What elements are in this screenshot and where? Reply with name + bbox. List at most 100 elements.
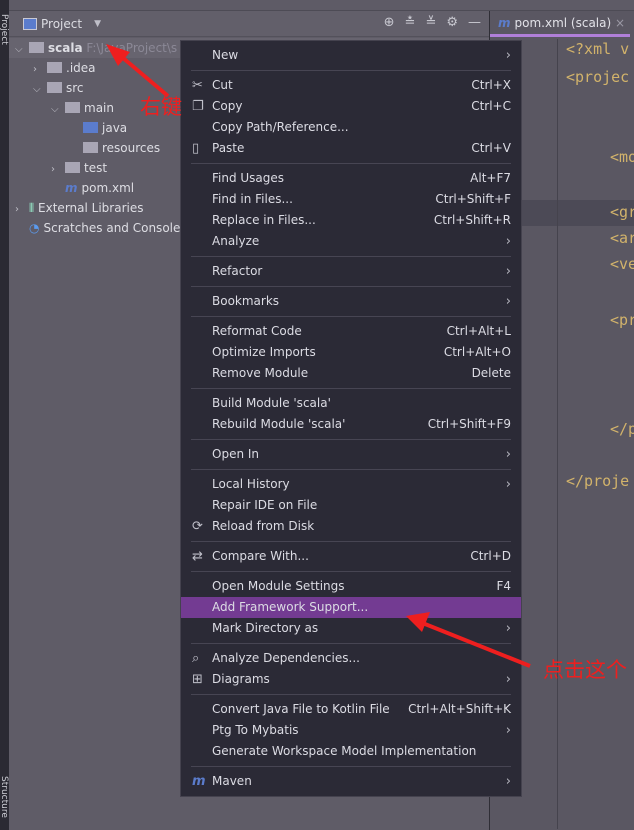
chevron-down-icon[interactable]: ▼	[94, 19, 101, 29]
menu-item-new[interactable]: New ›	[181, 45, 521, 66]
menu-separator	[191, 439, 511, 440]
menu-item-remove-module[interactable]: Remove Module Delete	[181, 363, 521, 384]
chevron-right-icon: ›	[505, 234, 511, 249]
menu-item-label: Find in Files...	[212, 192, 293, 206]
menu-item-label: Reload from Disk	[212, 519, 315, 533]
tree-item[interactable]: java	[9, 118, 127, 138]
chevron-right-icon: ›	[505, 672, 511, 687]
code-line[interactable]: <?xml v	[566, 40, 629, 58]
menu-item-generate-workspace-model-implementation[interactable]: Generate Workspace Model Implementation	[181, 741, 521, 762]
menu-separator	[191, 643, 511, 644]
maven-icon: m	[192, 774, 206, 789]
structure-tool-button[interactable]: Structure	[0, 776, 9, 818]
menu-item-repair-ide-on-file[interactable]: Repair IDE on File	[181, 495, 521, 516]
tree-item[interactable]: › ⫴ External Libraries	[9, 198, 143, 218]
menu-item-label: Ptg To Mybatis	[212, 723, 299, 737]
tree-item-label: scala	[48, 41, 83, 55]
menu-separator	[191, 286, 511, 287]
tree-item[interactable]: ◔ Scratches and Console	[9, 218, 180, 238]
menu-item-replace-in-files[interactable]: Replace in Files... Ctrl+Shift+R	[181, 210, 521, 231]
menu-separator	[191, 694, 511, 695]
code-line[interactable]: <ar	[610, 229, 634, 247]
menu-item-label: Maven	[212, 774, 252, 788]
chevron-right-icon: ›	[505, 447, 511, 462]
tree-item-label: src	[66, 81, 84, 95]
collapse-all-icon[interactable]: ≚	[425, 15, 436, 30]
menu-item-maven[interactable]: m Maven ›	[181, 771, 521, 792]
code-line[interactable]: <projec	[566, 68, 629, 86]
reload-icon: ⟳	[192, 519, 203, 534]
menu-item-label: Optimize Imports	[212, 345, 316, 359]
menu-item-shortcut: Ctrl+D	[470, 549, 511, 563]
menu-item-label: Repair IDE on File	[212, 498, 318, 512]
chevron-down-icon[interactable]: ⌵	[51, 100, 65, 120]
code-line[interactable]: <ve	[610, 255, 634, 273]
menu-item-bookmarks[interactable]: Bookmarks ›	[181, 291, 521, 312]
chevron-right-icon[interactable]: ›	[15, 200, 29, 220]
project-view-selector[interactable]: Project	[41, 17, 82, 31]
menu-item-local-history[interactable]: Local History ›	[181, 474, 521, 495]
menu-item-paste[interactable]: ▯ Paste Ctrl+V	[181, 138, 521, 159]
menu-item-optimize-imports[interactable]: Optimize Imports Ctrl+Alt+O	[181, 342, 521, 363]
tree-item-label: .idea	[66, 61, 96, 75]
menu-item-convert-java-file-to-kotlin-file[interactable]: Convert Java File to Kotlin File Ctrl+Alt…	[181, 699, 521, 720]
chevron-right-icon[interactable]: ›	[33, 60, 47, 80]
close-icon[interactable]: ×	[615, 16, 625, 30]
menu-item-diagrams[interactable]: ⊞ Diagrams ›	[181, 669, 521, 690]
chevron-right-icon[interactable]: ›	[51, 160, 65, 180]
menu-separator	[191, 541, 511, 542]
menu-item-reload-from-disk[interactable]: ⟳ Reload from Disk	[181, 516, 521, 537]
menu-item-label: Analyze Dependencies...	[212, 651, 360, 665]
expand-all-icon[interactable]: ≛	[405, 15, 416, 30]
tab-pom-xml[interactable]: m pom.xml (scala) ×	[490, 11, 630, 37]
menu-item-rebuild-module-scala[interactable]: Rebuild Module 'scala' Ctrl+Shift+F9	[181, 414, 521, 435]
menu-item-shortcut: Delete	[471, 366, 511, 380]
menu-item-analyze-dependencies[interactable]: ⌕ Analyze Dependencies...	[181, 648, 521, 669]
tree-item[interactable]: ⌵ src	[9, 78, 84, 98]
folder-icon	[83, 142, 98, 153]
code-line[interactable]: <gr	[610, 203, 634, 221]
menu-item-copy[interactable]: ❐ Copy Ctrl+C	[181, 96, 521, 117]
tree-item[interactable]: › .idea	[9, 58, 96, 78]
analyze-dependencies-icon: ⌕	[192, 651, 200, 666]
scratches-icon: ◔	[29, 221, 40, 235]
menu-item-reformat-code[interactable]: Reformat Code Ctrl+Alt+L	[181, 321, 521, 342]
tree-item[interactable]: m pom.xml	[9, 178, 134, 198]
tree-item-label: External Libraries	[38, 201, 144, 215]
chevron-down-icon[interactable]: ⌵	[33, 80, 47, 100]
menu-item-find-usages[interactable]: Find Usages Alt+F7	[181, 168, 521, 189]
menu-item-analyze[interactable]: Analyze ›	[181, 231, 521, 252]
menu-item-ptg-to-mybatis[interactable]: Ptg To Mybatis ›	[181, 720, 521, 741]
tree-item[interactable]: › test	[9, 158, 107, 178]
locate-icon[interactable]: ⊕	[384, 15, 395, 30]
menu-item-build-module-scala[interactable]: Build Module 'scala'	[181, 393, 521, 414]
menu-item-cut[interactable]: ✂ Cut Ctrl+X	[181, 75, 521, 96]
menu-item-mark-directory-as[interactable]: Mark Directory as ›	[181, 618, 521, 639]
menu-item-label: Bookmarks	[212, 294, 280, 308]
menu-item-refactor[interactable]: Refactor ›	[181, 261, 521, 282]
menu-item-open-module-settings[interactable]: Open Module Settings F4	[181, 576, 521, 597]
menu-item-label: Copy Path/Reference...	[212, 120, 349, 134]
menu-item-find-in-files[interactable]: Find in Files... Ctrl+Shift+F	[181, 189, 521, 210]
chevron-down-icon[interactable]: ⌵	[15, 40, 29, 60]
code-line[interactable]: </proje	[566, 472, 629, 490]
chevron-right-icon: ›	[505, 294, 511, 309]
menu-item-open-in[interactable]: Open In ›	[181, 444, 521, 465]
code-line[interactable]: <pr	[610, 311, 634, 329]
code-line[interactable]: </p	[610, 420, 634, 438]
tree-item[interactable]: resources	[9, 138, 160, 158]
menu-item-shortcut: Ctrl+Shift+F9	[427, 417, 511, 431]
menu-item-compare-with[interactable]: ⇄ Compare With... Ctrl+D	[181, 546, 521, 567]
gear-icon[interactable]: ⚙	[446, 15, 458, 30]
menu-item-shortcut: Ctrl+Shift+F	[435, 192, 511, 206]
clipboard-icon: ▯	[192, 141, 200, 156]
menu-item-shortcut: Ctrl+Alt+L	[446, 324, 511, 338]
code-line[interactable]: <mo	[610, 148, 634, 166]
menu-item-label: Paste	[212, 141, 245, 155]
project-tool-button[interactable]: Project	[0, 14, 9, 45]
tree-item[interactable]: ⌵ main	[9, 98, 114, 118]
tree-item-label: test	[84, 161, 108, 175]
minimize-icon[interactable]: —	[468, 15, 481, 30]
menu-item-copy-path-reference[interactable]: Copy Path/Reference...	[181, 117, 521, 138]
menu-item-add-framework-support[interactable]: Add Framework Support...	[181, 597, 521, 618]
